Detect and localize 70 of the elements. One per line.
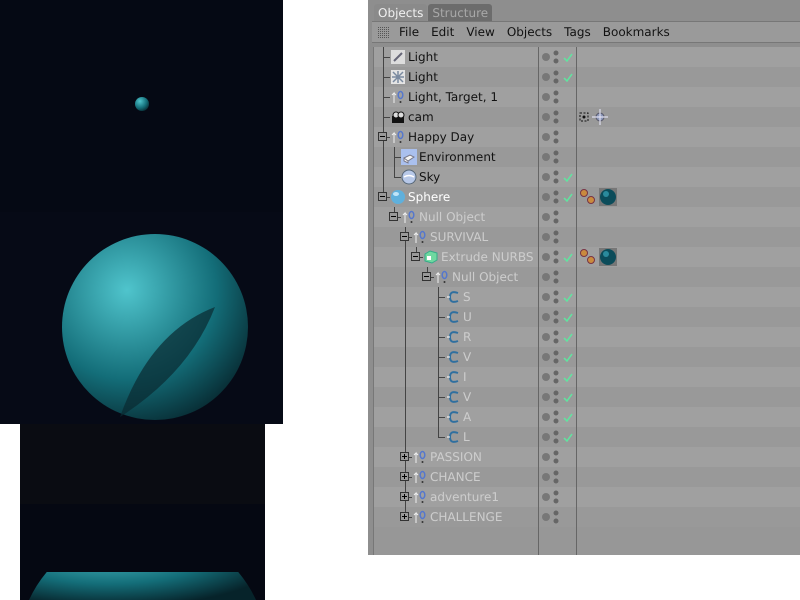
expand-toggle[interactable] xyxy=(400,512,409,521)
check-icon[interactable] xyxy=(563,332,573,342)
expand-toggle[interactable] xyxy=(400,492,409,501)
grip-icon[interactable] xyxy=(378,26,389,38)
sky-icon xyxy=(401,169,417,185)
check-icon[interactable] xyxy=(563,392,573,402)
protection-tag-icon[interactable] xyxy=(579,112,589,122)
spline-icon xyxy=(445,329,461,345)
null-icon xyxy=(401,209,417,225)
area-light-icon xyxy=(390,69,406,85)
texture-tag-icon[interactable] xyxy=(579,188,597,206)
spline-icon xyxy=(445,289,461,305)
object-name[interactable]: Sphere xyxy=(408,190,450,204)
check-icon[interactable] xyxy=(563,352,573,362)
null-icon xyxy=(412,509,428,525)
check-icon[interactable] xyxy=(563,52,573,62)
expand-toggle[interactable] xyxy=(378,192,387,201)
crosshair-tag-icon[interactable] xyxy=(591,108,609,126)
tab[interactable]: Objects xyxy=(374,4,428,21)
object-name[interactable]: Light xyxy=(408,70,438,84)
camera-icon xyxy=(390,109,406,125)
check-icon[interactable] xyxy=(563,72,573,82)
expand-toggle[interactable] xyxy=(400,232,409,241)
check-icon[interactable] xyxy=(563,292,573,302)
environment-icon xyxy=(401,149,417,165)
spot-light-icon xyxy=(390,49,406,65)
menu-item[interactable]: Edit xyxy=(431,25,454,39)
null-icon xyxy=(412,229,428,245)
expand-toggle[interactable] xyxy=(422,272,431,281)
expand-toggle[interactable] xyxy=(378,132,387,141)
null-icon xyxy=(412,469,428,485)
check-icon[interactable] xyxy=(563,372,573,382)
expand-toggle[interactable] xyxy=(400,452,409,461)
expand-toggle[interactable] xyxy=(389,212,398,221)
object-name[interactable]: Sky xyxy=(419,170,440,184)
menu-item[interactable]: View xyxy=(466,25,495,39)
null-icon xyxy=(412,449,428,465)
object-name[interactable]: Happy Day xyxy=(408,130,474,144)
object-name[interactable]: Environment xyxy=(419,150,496,164)
sphere-icon xyxy=(390,189,406,205)
check-icon[interactable] xyxy=(563,432,573,442)
null-icon xyxy=(412,489,428,505)
menu-item[interactable]: Tags xyxy=(564,25,591,39)
object-name[interactable]: cam xyxy=(408,110,434,124)
material-ball-icon[interactable] xyxy=(599,188,617,206)
check-icon[interactable] xyxy=(563,172,573,182)
expand-toggle[interactable] xyxy=(400,472,409,481)
spline-icon xyxy=(445,349,461,365)
null-icon xyxy=(390,129,406,145)
spline-icon xyxy=(445,389,461,405)
check-icon[interactable] xyxy=(563,412,573,422)
spline-icon xyxy=(445,429,461,445)
check-icon[interactable] xyxy=(563,312,573,322)
check-icon[interactable] xyxy=(563,192,573,202)
expand-toggle[interactable] xyxy=(411,252,420,261)
menu-item[interactable]: Objects xyxy=(506,25,552,39)
material-ball-icon[interactable] xyxy=(599,248,617,266)
object-name[interactable]: Light, Target, 1 xyxy=(408,90,498,104)
spline-icon xyxy=(445,409,461,425)
null-icon xyxy=(434,269,450,285)
menu-item[interactable]: File xyxy=(399,25,420,39)
object-name[interactable]: Light xyxy=(408,50,438,64)
texture-tag-icon[interactable] xyxy=(579,248,597,266)
menu-item[interactable]: Bookmarks xyxy=(602,25,670,39)
null-icon xyxy=(390,89,406,105)
tab[interactable]: Structure xyxy=(428,4,492,21)
spline-icon xyxy=(445,369,461,385)
spline-icon xyxy=(445,309,461,325)
extrude-icon xyxy=(423,249,439,265)
check-icon[interactable] xyxy=(563,252,573,262)
